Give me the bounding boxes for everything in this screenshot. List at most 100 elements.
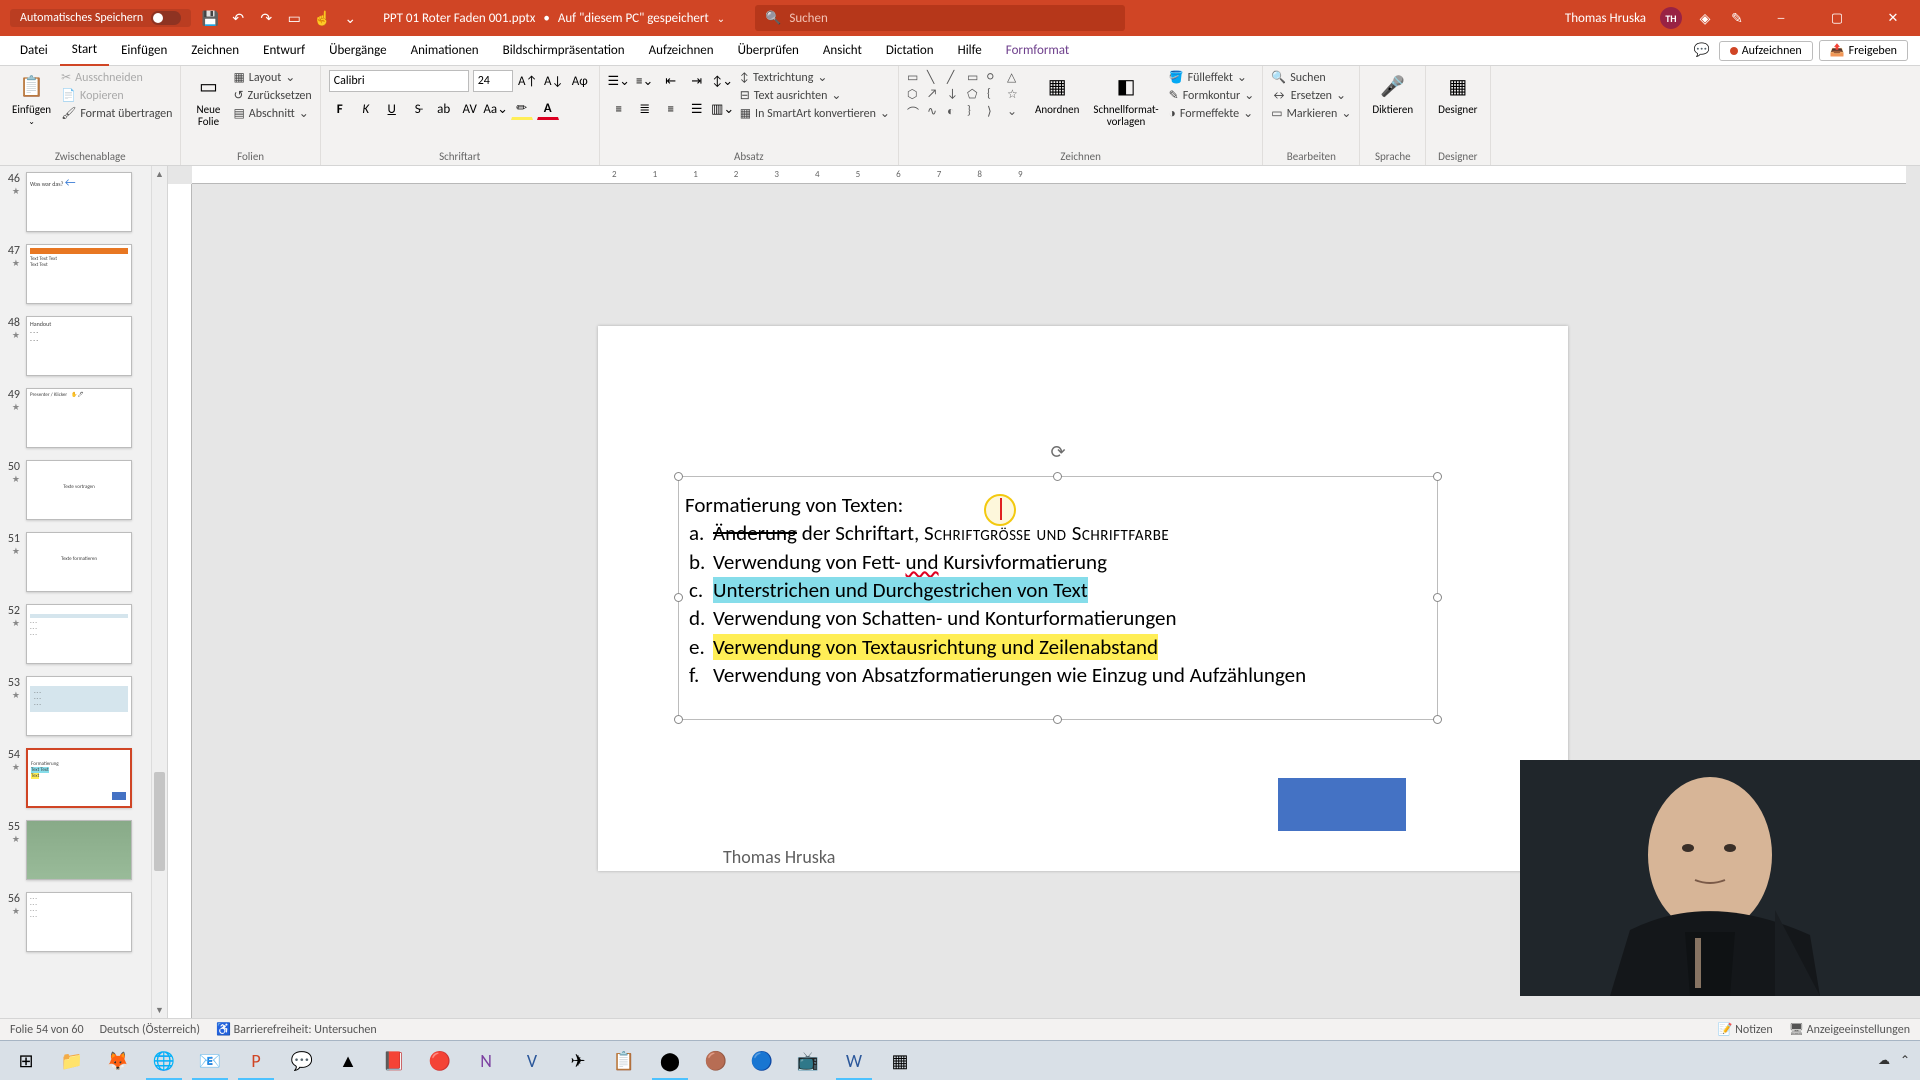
select-button[interactable]: ▭ Markieren ⌄ bbox=[1271, 106, 1351, 121]
weather-icon[interactable]: ☁ bbox=[1878, 1053, 1890, 1068]
tab-record[interactable]: Aufzeichnen bbox=[637, 36, 726, 66]
align-center-icon[interactable]: ≣ bbox=[634, 98, 656, 120]
start-from-beginning-icon[interactable]: ▭ bbox=[285, 9, 303, 27]
font-size-combo[interactable] bbox=[473, 70, 513, 92]
app-icon[interactable]: 💬 bbox=[280, 1042, 324, 1080]
telegram-icon[interactable]: ✈ bbox=[556, 1042, 600, 1080]
maximize-button[interactable]: ▢ bbox=[1816, 0, 1858, 36]
share-button[interactable]: 📤 Freigeben bbox=[1819, 40, 1908, 61]
tray-chevron-icon[interactable]: ⌃ bbox=[1900, 1053, 1910, 1068]
pen-icon[interactable]: ✎ bbox=[1728, 9, 1746, 27]
start-button[interactable]: ⊞ bbox=[4, 1042, 48, 1080]
bullets-icon[interactable]: ☰⌄ bbox=[608, 70, 630, 92]
search-box[interactable]: 🔍 Suchen bbox=[755, 5, 1125, 31]
powerpoint-icon[interactable]: P bbox=[234, 1042, 278, 1080]
indent-inc-icon[interactable]: ⇥ bbox=[686, 70, 708, 92]
scroll-up-icon[interactable]: ▲ bbox=[152, 166, 167, 182]
coming-soon-icon[interactable]: ◈ bbox=[1696, 9, 1714, 27]
app-icon[interactable]: ▦ bbox=[878, 1042, 922, 1080]
record-button[interactable]: Aufzeichnen bbox=[1719, 41, 1813, 61]
resize-handle[interactable] bbox=[1053, 715, 1062, 724]
scroll-down-icon[interactable]: ▼ bbox=[152, 1002, 167, 1018]
shape-effects-button[interactable]: ◑ Formeffekte ⌄ bbox=[1169, 106, 1255, 121]
line-spacing-icon[interactable]: ↕⌄ bbox=[712, 70, 734, 92]
text-direction-button[interactable]: ↕ Textrichtung ⌄ bbox=[740, 70, 890, 85]
highlight-icon[interactable]: ✏ bbox=[511, 98, 533, 120]
outlook-icon[interactable]: 📧 bbox=[188, 1042, 232, 1080]
text-content[interactable]: Formatierung von Texten: a.Änderung der … bbox=[679, 477, 1437, 719]
app-icon[interactable]: 📺 bbox=[786, 1042, 830, 1080]
blue-rectangle-shape[interactable] bbox=[1278, 778, 1406, 831]
slide-thumb-55[interactable] bbox=[26, 820, 132, 880]
rotate-handle-icon[interactable]: ⟳ bbox=[1050, 441, 1065, 463]
italic-icon[interactable]: K bbox=[355, 98, 377, 120]
bold-icon[interactable]: F bbox=[329, 98, 351, 120]
format-painter-button[interactable]: 🖌 Format übertragen bbox=[61, 106, 172, 121]
quick-styles-button[interactable]: ◧Schnellformat- vorlagen bbox=[1089, 70, 1162, 130]
section-button[interactable]: ▤ Abschnitt ⌄ bbox=[233, 106, 311, 121]
firefox-icon[interactable]: 🦊 bbox=[96, 1042, 140, 1080]
shape-outline-button[interactable]: ✎ Formkontur ⌄ bbox=[1169, 88, 1255, 103]
resize-handle[interactable] bbox=[674, 715, 683, 724]
strike-icon[interactable]: S̶ bbox=[407, 98, 429, 120]
thumb-scrollbar[interactable]: ▲ ▼ bbox=[151, 166, 167, 1018]
slide-thumb-56[interactable]: - - -- - -- - -- - - bbox=[26, 892, 132, 952]
shapes-gallery[interactable]: ▭╲╱▭○△ ⬡↗↓⬠{☆ ⌒∿◐}⟩⌄ bbox=[907, 70, 1025, 121]
comments-icon[interactable]: 💬 bbox=[1691, 40, 1713, 62]
toggle-switch[interactable] bbox=[151, 11, 181, 25]
slide-thumb-46[interactable]: Was war das? ← bbox=[26, 172, 132, 232]
increase-font-icon[interactable]: A↑ bbox=[517, 70, 539, 92]
tab-dictation[interactable]: Dictation bbox=[874, 36, 946, 66]
tab-file[interactable]: Datei bbox=[8, 36, 60, 66]
slide-thumb-50[interactable]: Texte vortragen bbox=[26, 460, 132, 520]
tab-design[interactable]: Entwurf bbox=[251, 36, 317, 66]
numbering-icon[interactable]: ≡⌄ bbox=[634, 70, 656, 92]
tab-insert[interactable]: Einfügen bbox=[109, 36, 179, 66]
text-box[interactable]: ⟳ Formatierung von Texten: a.Änderung de… bbox=[678, 476, 1438, 720]
scroll-thumb[interactable] bbox=[154, 772, 165, 870]
cut-button[interactable]: ✂ Ausschneiden bbox=[61, 70, 172, 85]
designer-button[interactable]: ▦Designer bbox=[1434, 70, 1481, 118]
notes-toggle[interactable]: 📝 Notizen bbox=[1718, 1022, 1773, 1037]
underline-icon[interactable]: U bbox=[381, 98, 403, 120]
user-avatar[interactable]: TH bbox=[1660, 7, 1682, 29]
slide-thumb-53[interactable]: - - -- - -- - - bbox=[26, 676, 132, 736]
autosave-toggle[interactable]: Automatisches Speichern bbox=[10, 9, 191, 27]
touch-mode-icon[interactable]: ☝ bbox=[313, 9, 331, 27]
tab-transitions[interactable]: Übergänge bbox=[317, 36, 398, 66]
tab-slideshow[interactable]: Bildschirmpräsentation bbox=[491, 36, 637, 66]
app-icon[interactable]: 📋 bbox=[602, 1042, 646, 1080]
copy-button[interactable]: 📄 Kopieren bbox=[61, 88, 172, 103]
decrease-font-icon[interactable]: A↓ bbox=[543, 70, 565, 92]
obs-icon[interactable]: ⬤ bbox=[648, 1042, 692, 1080]
align-text-button[interactable]: ⊟ Text ausrichten ⌄ bbox=[740, 88, 890, 103]
resize-handle[interactable] bbox=[1433, 472, 1442, 481]
explorer-icon[interactable]: 📁 bbox=[50, 1042, 94, 1080]
save-icon[interactable]: 💾 bbox=[201, 9, 219, 27]
resize-handle[interactable] bbox=[1433, 593, 1442, 602]
resize-handle[interactable] bbox=[1433, 715, 1442, 724]
slide-thumb-51[interactable]: Texte formatieren bbox=[26, 532, 132, 592]
shape-fill-button[interactable]: 🪣 Fülleffekt ⌄ bbox=[1169, 70, 1255, 85]
slide-thumbnails-panel[interactable]: 46★Was war das? ← 47★Text Text TextText … bbox=[0, 166, 168, 1018]
tab-animations[interactable]: Animationen bbox=[399, 36, 491, 66]
arrange-button[interactable]: ▦Anordnen bbox=[1031, 70, 1083, 118]
slide-thumb-48[interactable]: Handout- - -- - - bbox=[26, 316, 132, 376]
app-icon[interactable]: 🔴 bbox=[418, 1042, 462, 1080]
onenote-icon[interactable]: N bbox=[464, 1042, 508, 1080]
accessibility-checker[interactable]: ♿ Barrierefreiheit: Untersuchen bbox=[216, 1022, 377, 1037]
smartart-button[interactable]: ▦ In SmartArt konvertieren ⌄ bbox=[740, 106, 890, 121]
tab-help[interactable]: Hilfe bbox=[946, 36, 994, 66]
new-slide-button[interactable]: ▭Neue Folie bbox=[189, 70, 227, 130]
dictate-button[interactable]: 🎤Diktieren bbox=[1368, 70, 1417, 118]
resize-handle[interactable] bbox=[1053, 472, 1062, 481]
slide-thumb-54[interactable]: FormatierungText TextText bbox=[26, 748, 132, 808]
qat-more-icon[interactable]: ⌄ bbox=[341, 9, 359, 27]
layout-button[interactable]: ▦ Layout ⌄ bbox=[233, 70, 311, 85]
tab-review[interactable]: Überprüfen bbox=[726, 36, 811, 66]
shadow-icon[interactable]: ab bbox=[433, 98, 455, 120]
system-tray[interactable]: ☁ ⌃ bbox=[1878, 1053, 1916, 1068]
resize-handle[interactable] bbox=[674, 472, 683, 481]
display-settings[interactable]: 🖥 Anzeigeeinstellungen bbox=[1789, 1022, 1910, 1037]
tab-draw[interactable]: Zeichnen bbox=[179, 36, 251, 66]
